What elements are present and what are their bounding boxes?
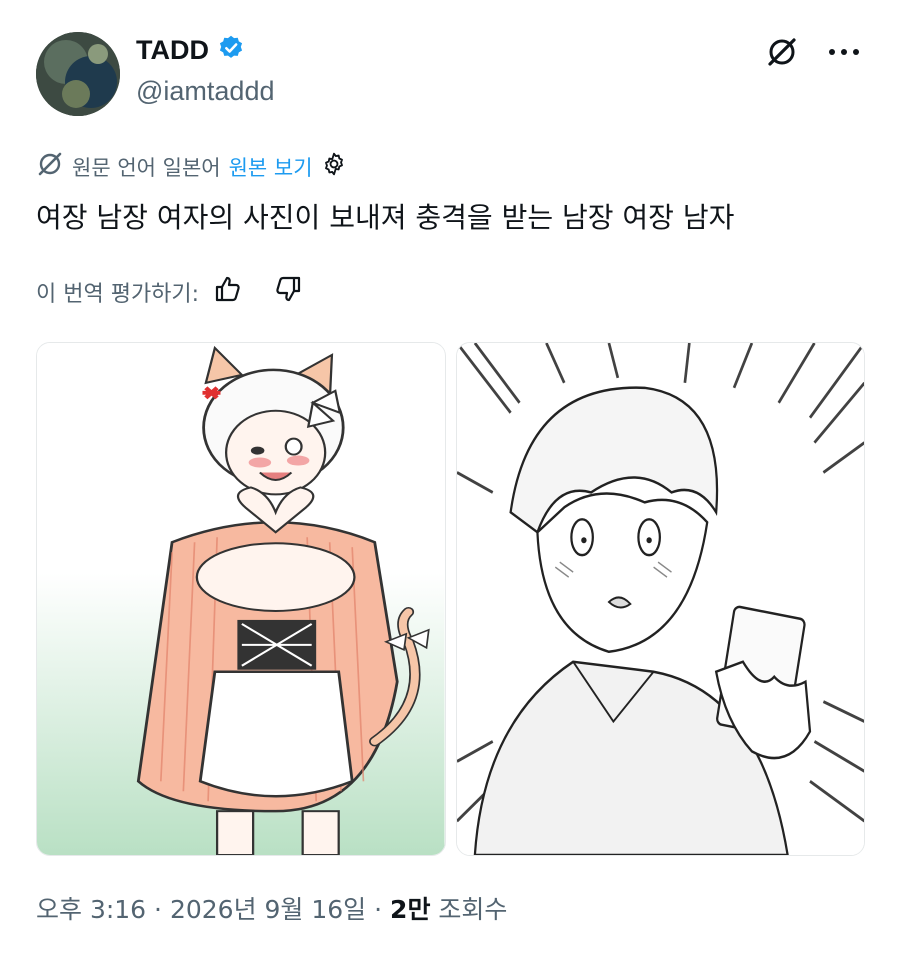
tweet-time[interactable]: 오후 3:16 <box>36 895 146 924</box>
tweet-meta: 오후 3:16 · 2026년 9월 16일 · 2만 조회수 <box>36 890 507 926</box>
tweet-text: 여장 남장 여자의 사진이 보내져 충격을 받는 남장 여장 남자 <box>36 201 735 234</box>
views-count: 2만 <box>390 895 431 924</box>
tweet-media <box>36 342 865 856</box>
grok-icon[interactable] <box>764 34 800 70</box>
author-name-row: TADD <box>136 34 245 66</box>
shocked-boy-with-phone-sketch <box>456 343 864 855</box>
avatar-image <box>36 32 120 116</box>
author-display-name[interactable]: TADD <box>136 35 209 66</box>
show-original-link[interactable]: 원본 보기 <box>229 152 313 182</box>
maid-cat-girl-illustration <box>37 343 445 855</box>
views-label: 조회수 <box>438 895 508 924</box>
translation-info: 원문 언어 일본어 원본 보기 <box>36 150 347 183</box>
more-icon[interactable] <box>826 34 862 70</box>
gear-icon[interactable] <box>321 151 347 182</box>
verified-badge-icon <box>217 34 245 66</box>
header-actions <box>764 34 862 70</box>
author-handle[interactable]: @iamtaddd <box>136 76 274 107</box>
tweet-date[interactable]: 2026년 9월 16일 <box>170 895 366 924</box>
avatar[interactable] <box>36 32 120 116</box>
thumbs-up-icon[interactable] <box>213 274 243 310</box>
media-image-left[interactable] <box>36 342 446 856</box>
meta-separator: · <box>374 895 383 924</box>
meta-separator: · <box>154 895 162 924</box>
media-image-right[interactable] <box>455 342 865 856</box>
rate-translation: 이 번역 평가하기: <box>36 274 303 310</box>
source-language: 원문 언어 일본어 <box>72 155 221 180</box>
rate-label: 이 번역 평가하기: <box>36 282 200 307</box>
translate-icon <box>36 150 64 183</box>
thumbs-down-icon[interactable] <box>273 274 303 310</box>
